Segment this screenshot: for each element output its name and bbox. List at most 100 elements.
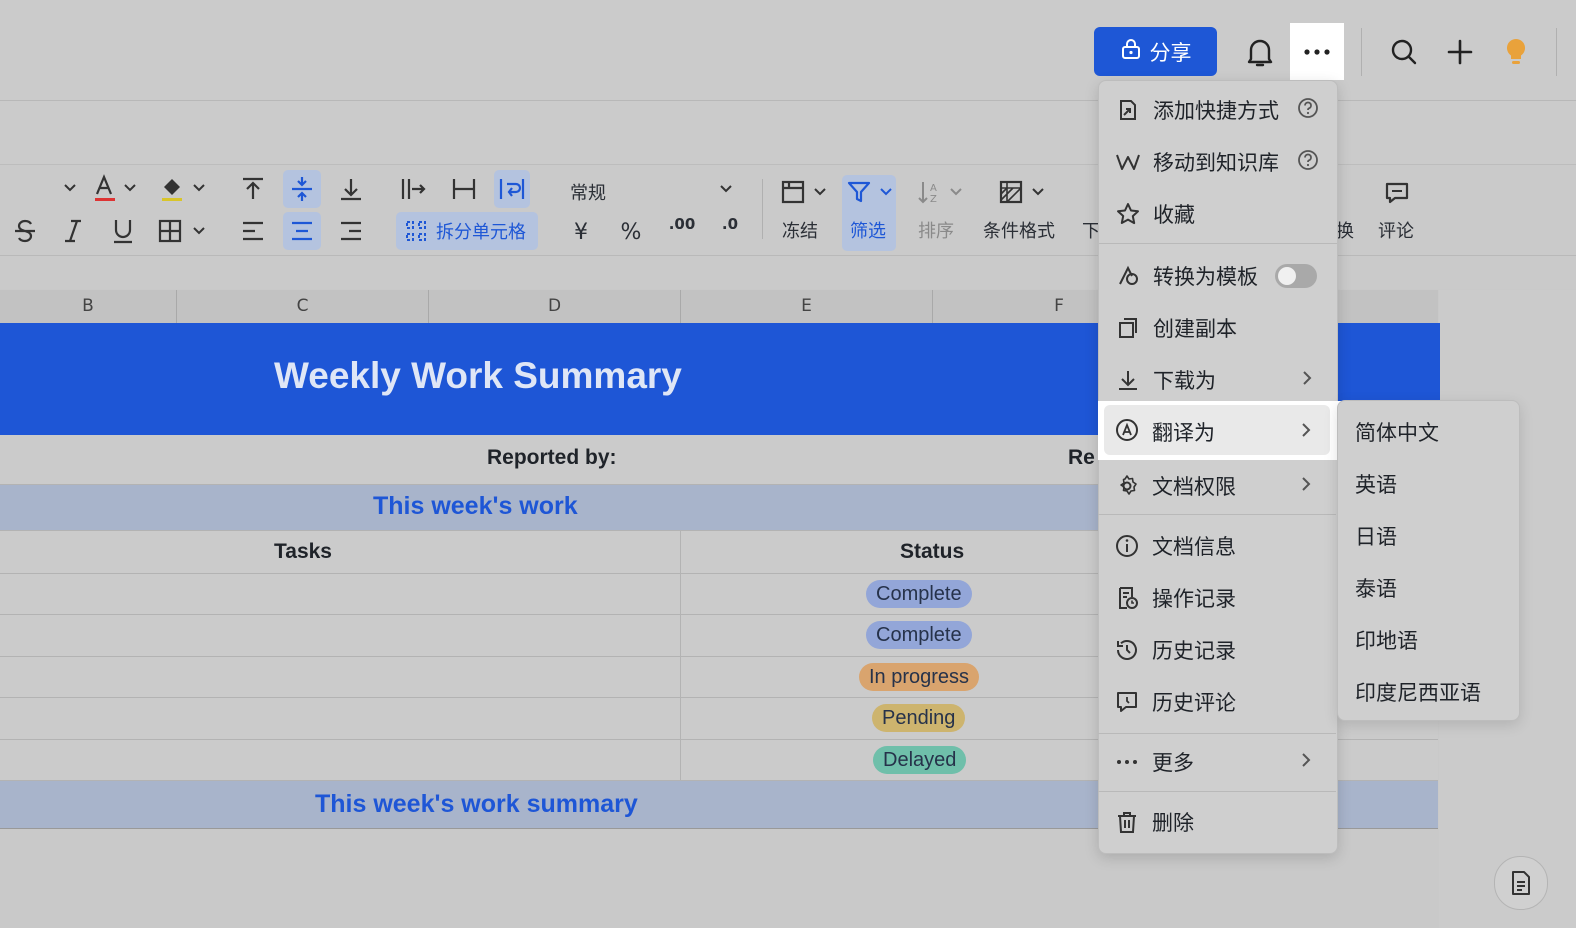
menu-item-permissions[interactable]: 文档权限 [1098, 461, 1336, 511]
chevron-right-icon [1300, 752, 1312, 772]
split-cells-button[interactable]: 拆分单元格 [396, 212, 538, 250]
help-icon[interactable] [1297, 97, 1319, 123]
lock-icon [1120, 38, 1142, 65]
comment-label[interactable]: 评论 [1378, 217, 1414, 243]
menu-item-doc-info[interactable]: 文档信息 [1098, 521, 1336, 571]
chevron-right-icon [1300, 476, 1312, 496]
reported-by-label: Reported by: [487, 446, 617, 469]
align-left-icon[interactable] [238, 215, 268, 247]
share-label: 分享 [1149, 40, 1192, 65]
more-options-menu-lower: 文档权限 文档信息 操作记录 历史记录 历史评论 更多 删除 [1098, 460, 1336, 852]
translate-option[interactable]: 简体中文 [1355, 417, 1439, 447]
menu-item-add-shortcut[interactable]: 添加快捷方式 [1099, 85, 1337, 135]
template-icon [1115, 263, 1141, 289]
translate-option[interactable]: 日语 [1355, 521, 1397, 551]
translate-option[interactable]: 泰语 [1355, 573, 1397, 603]
align-center-icon[interactable] [283, 212, 321, 250]
strikethrough-icon[interactable] [10, 215, 40, 247]
freeze-label[interactable]: 冻结 [782, 217, 818, 243]
currency-format-button[interactable]: ¥ [566, 217, 596, 247]
status-badge[interactable]: Delayed [873, 746, 967, 774]
menu-item-label: 历史记录 [1152, 639, 1236, 663]
menu-item-history[interactable]: 历史记录 [1098, 625, 1336, 675]
status-badge[interactable]: Complete [866, 580, 972, 608]
fill-color-icon[interactable] [158, 173, 208, 205]
menu-item-label: 收藏 [1153, 203, 1195, 227]
plus-icon[interactable] [1440, 32, 1480, 72]
menu-item-favorite[interactable]: 收藏 [1099, 189, 1337, 239]
number-format-value[interactable]: 常规 [570, 179, 606, 205]
trash-icon [1114, 809, 1140, 835]
sort-icon[interactable]: AZ [914, 177, 964, 207]
column-header-d[interactable]: D [429, 290, 681, 323]
clip-icon[interactable] [448, 173, 480, 205]
formula-bar[interactable] [0, 256, 1576, 289]
filter-label: 筛选 [850, 221, 886, 242]
log-icon [1114, 585, 1140, 611]
font-color-icon[interactable] [90, 173, 138, 205]
menu-item-more[interactable]: 更多 [1098, 737, 1336, 787]
chevron-right-icon [1300, 422, 1312, 442]
column-header-c[interactable]: C [177, 290, 429, 323]
conditional-format-label[interactable]: 条件格式 [983, 217, 1055, 243]
menu-item-download-as[interactable]: 下载为 [1099, 355, 1337, 405]
menu-item-label: 删除 [1152, 811, 1194, 835]
template-toggle[interactable] [1275, 264, 1317, 288]
decrease-decimal-button[interactable]: .0 [714, 215, 746, 249]
search-icon[interactable] [1384, 32, 1424, 72]
status-header: Status [900, 540, 965, 563]
status-badge[interactable]: Complete [866, 621, 972, 649]
menu-item-create-copy[interactable]: 创建副本 [1099, 303, 1337, 353]
number-format-chevron-icon[interactable] [714, 177, 738, 201]
translate-option[interactable]: 印度尼西亚语 [1355, 677, 1481, 707]
menu-item-translate[interactable]: 翻译为 [1104, 405, 1330, 455]
translate-option[interactable]: 英语 [1355, 469, 1397, 499]
more-options-button[interactable] [1290, 23, 1344, 80]
comment-icon[interactable] [1382, 179, 1412, 207]
translate-option[interactable]: 印地语 [1355, 625, 1418, 655]
status-badge[interactable]: Pending [872, 704, 966, 732]
increase-decimal-button[interactable]: .00 [664, 215, 700, 249]
reported-truncated-label: Re [1068, 446, 1095, 469]
column-header-e[interactable]: E [681, 290, 933, 323]
menu-item-move-to-wiki[interactable]: 移动到知识库 [1099, 137, 1337, 187]
column-header-b[interactable]: B [0, 290, 177, 323]
italic-icon[interactable] [58, 215, 88, 247]
info-icon [1114, 533, 1140, 559]
formatting-toolbar: 常规 拆分单元格 ¥ % .00 .0 冻结 筛选 AZ 排序 条件格式 下 换… [0, 165, 1576, 256]
menu-item-comment-history[interactable]: 历史评论 [1098, 677, 1336, 727]
wrap-toolbar-label[interactable]: 换 [1336, 217, 1354, 243]
font-size-dropdown-chevron-icon[interactable] [58, 175, 82, 201]
split-cells-icon [406, 221, 426, 241]
menu-item-convert-to-template[interactable]: 转换为模板 [1099, 251, 1337, 301]
borders-icon[interactable] [156, 215, 208, 247]
document-outline-button[interactable] [1494, 856, 1548, 910]
wrap-text-icon[interactable] [494, 170, 530, 208]
percent-format-button[interactable]: % [616, 217, 646, 247]
align-bottom-icon[interactable] [336, 173, 366, 205]
share-button[interactable]: 分享 [1094, 27, 1217, 76]
lightbulb-icon[interactable] [1496, 32, 1536, 72]
bell-icon[interactable] [1238, 30, 1282, 74]
conditional-format-icon[interactable] [996, 177, 1046, 207]
align-top-icon[interactable] [238, 173, 268, 205]
menu-item-label: 文档权限 [1152, 475, 1236, 499]
freeze-icon[interactable] [778, 177, 828, 207]
sort-label[interactable]: 排序 [918, 217, 954, 243]
overflow-icon[interactable] [398, 173, 430, 205]
menu-item-operation-log[interactable]: 操作记录 [1098, 573, 1336, 623]
underline-icon[interactable] [108, 215, 138, 247]
menu-item-delete[interactable]: 删除 [1098, 797, 1336, 847]
download-icon [1115, 367, 1141, 393]
menu-item-label: 移动到知识库 [1153, 151, 1279, 175]
status-badge[interactable]: In progress [859, 663, 980, 691]
help-icon[interactable] [1297, 149, 1319, 175]
align-middle-icon[interactable] [283, 170, 321, 208]
ellipsis-icon [1114, 749, 1140, 775]
header-divider [1361, 28, 1362, 76]
align-right-icon[interactable] [336, 215, 366, 247]
toolbar-divider [762, 179, 763, 239]
ellipsis-icon [1304, 48, 1330, 55]
sheet-title: Weekly Work Summary [274, 355, 682, 396]
comment-history-icon [1114, 689, 1140, 715]
